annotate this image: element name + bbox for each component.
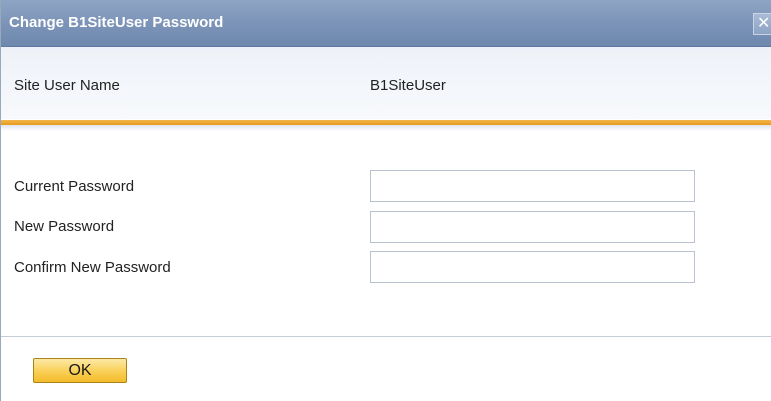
change-password-dialog: Change B1SiteUser Password ✕ Site User N… (0, 0, 771, 401)
current-password-field[interactable] (370, 170, 695, 202)
confirm-password-label: Confirm New Password (14, 259, 171, 276)
new-password-field[interactable] (370, 211, 695, 243)
site-user-name-value: B1SiteUser (370, 77, 446, 94)
current-password-label: Current Password (14, 178, 135, 195)
ok-button[interactable]: OK (33, 358, 127, 383)
close-icon[interactable]: ✕ (753, 13, 771, 35)
confirm-password-field[interactable] (370, 251, 695, 283)
dialog-title: Change B1SiteUser Password (9, 14, 224, 31)
footer-divider (1, 336, 771, 337)
site-user-section: Site User Name B1SiteUser (1, 47, 771, 119)
title-bar[interactable]: Change B1SiteUser Password ✕ (1, 0, 771, 47)
site-user-name-label: Site User Name (14, 77, 120, 94)
divider-shadow (1, 125, 771, 131)
new-password-label: New Password (14, 218, 115, 235)
